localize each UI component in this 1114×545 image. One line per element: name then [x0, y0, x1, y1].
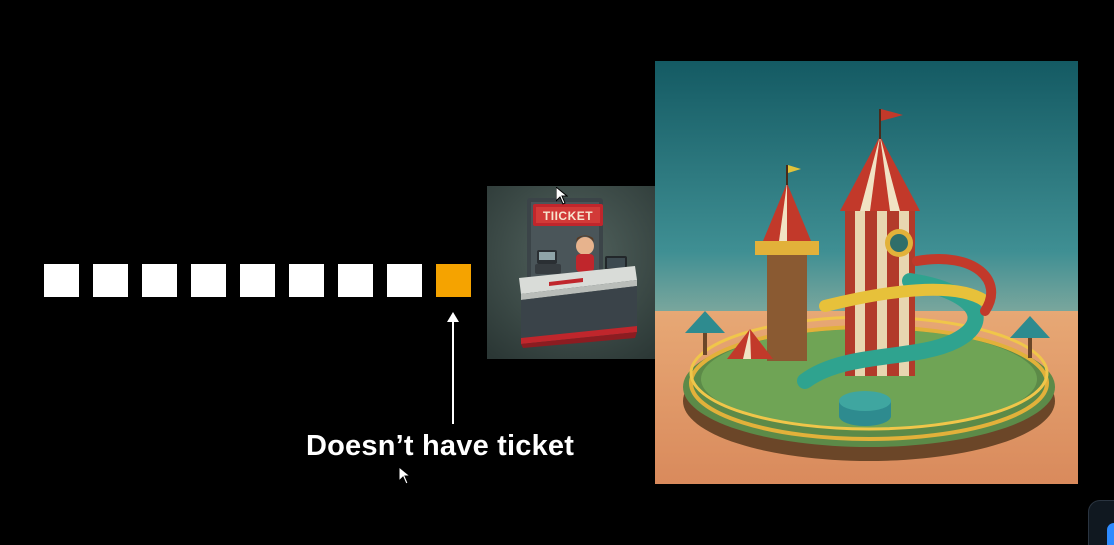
mouse-cursor-icon — [556, 187, 568, 205]
amusement-park-image — [655, 61, 1078, 484]
mouse-cursor-icon — [399, 467, 411, 485]
queue-slot — [387, 264, 422, 297]
up-arrow-icon — [447, 312, 459, 424]
slide-canvas: Doesn’t have ticket TIICKET — [0, 0, 1114, 545]
queue-slot — [240, 264, 275, 297]
corner-widget[interactable] — [1088, 500, 1114, 545]
queue-slot — [289, 264, 324, 297]
queue-slot — [44, 264, 79, 297]
corner-widget-indicator — [1107, 523, 1114, 545]
queue-slot-current — [436, 264, 471, 297]
queue-slot — [338, 264, 373, 297]
queue-slot — [142, 264, 177, 297]
caption-text: Doesn’t have ticket — [306, 430, 575, 462]
booth-sign-text: TIICKET — [543, 209, 593, 223]
ticket-booth-image: TIICKET — [487, 186, 661, 359]
queue-row — [44, 264, 471, 297]
queue-slot — [93, 264, 128, 297]
queue-slot — [191, 264, 226, 297]
